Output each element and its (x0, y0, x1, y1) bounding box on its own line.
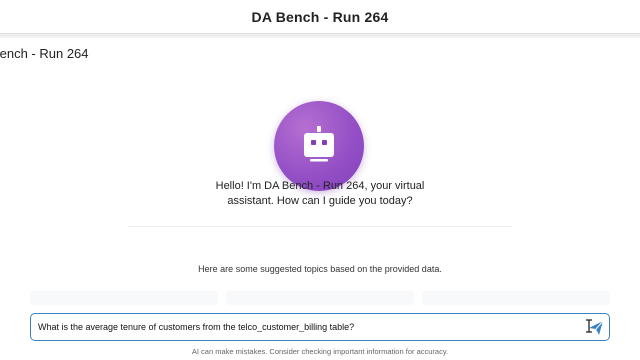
app-title: DA Bench - Run 264 (251, 8, 389, 25)
chat-panel: DA Bench - Run 264 Hello! I'm DA Bench -… (0, 38, 640, 360)
chat-input[interactable] (38, 314, 578, 340)
divider (128, 226, 512, 227)
robot-icon (304, 126, 334, 162)
chat-input-box (30, 313, 610, 341)
greeting-line-2: assistant. How can I guide you today? (227, 195, 413, 207)
assistant-greeting: Hello! I'm DA Bench - Run 264, your virt… (160, 179, 480, 209)
panel-title: DA Bench - Run 264 (0, 46, 89, 61)
suggested-topic-card[interactable] (30, 291, 218, 305)
send-button[interactable] (587, 319, 605, 337)
assistant-avatar (274, 101, 364, 191)
disclaimer-text: AI can make mistakes. Consider checking … (191, 347, 449, 356)
greeting-line-1: Hello! I'm DA Bench - Run 264, your virt… (215, 180, 425, 192)
top-bar: DA Bench - Run 264 (0, 0, 640, 34)
suggested-topic-card[interactable] (226, 291, 414, 305)
suggested-topics-label: Here are some suggested topics based on … (198, 264, 442, 274)
suggested-topic-card[interactable] (422, 291, 610, 305)
send-icon (589, 320, 604, 335)
